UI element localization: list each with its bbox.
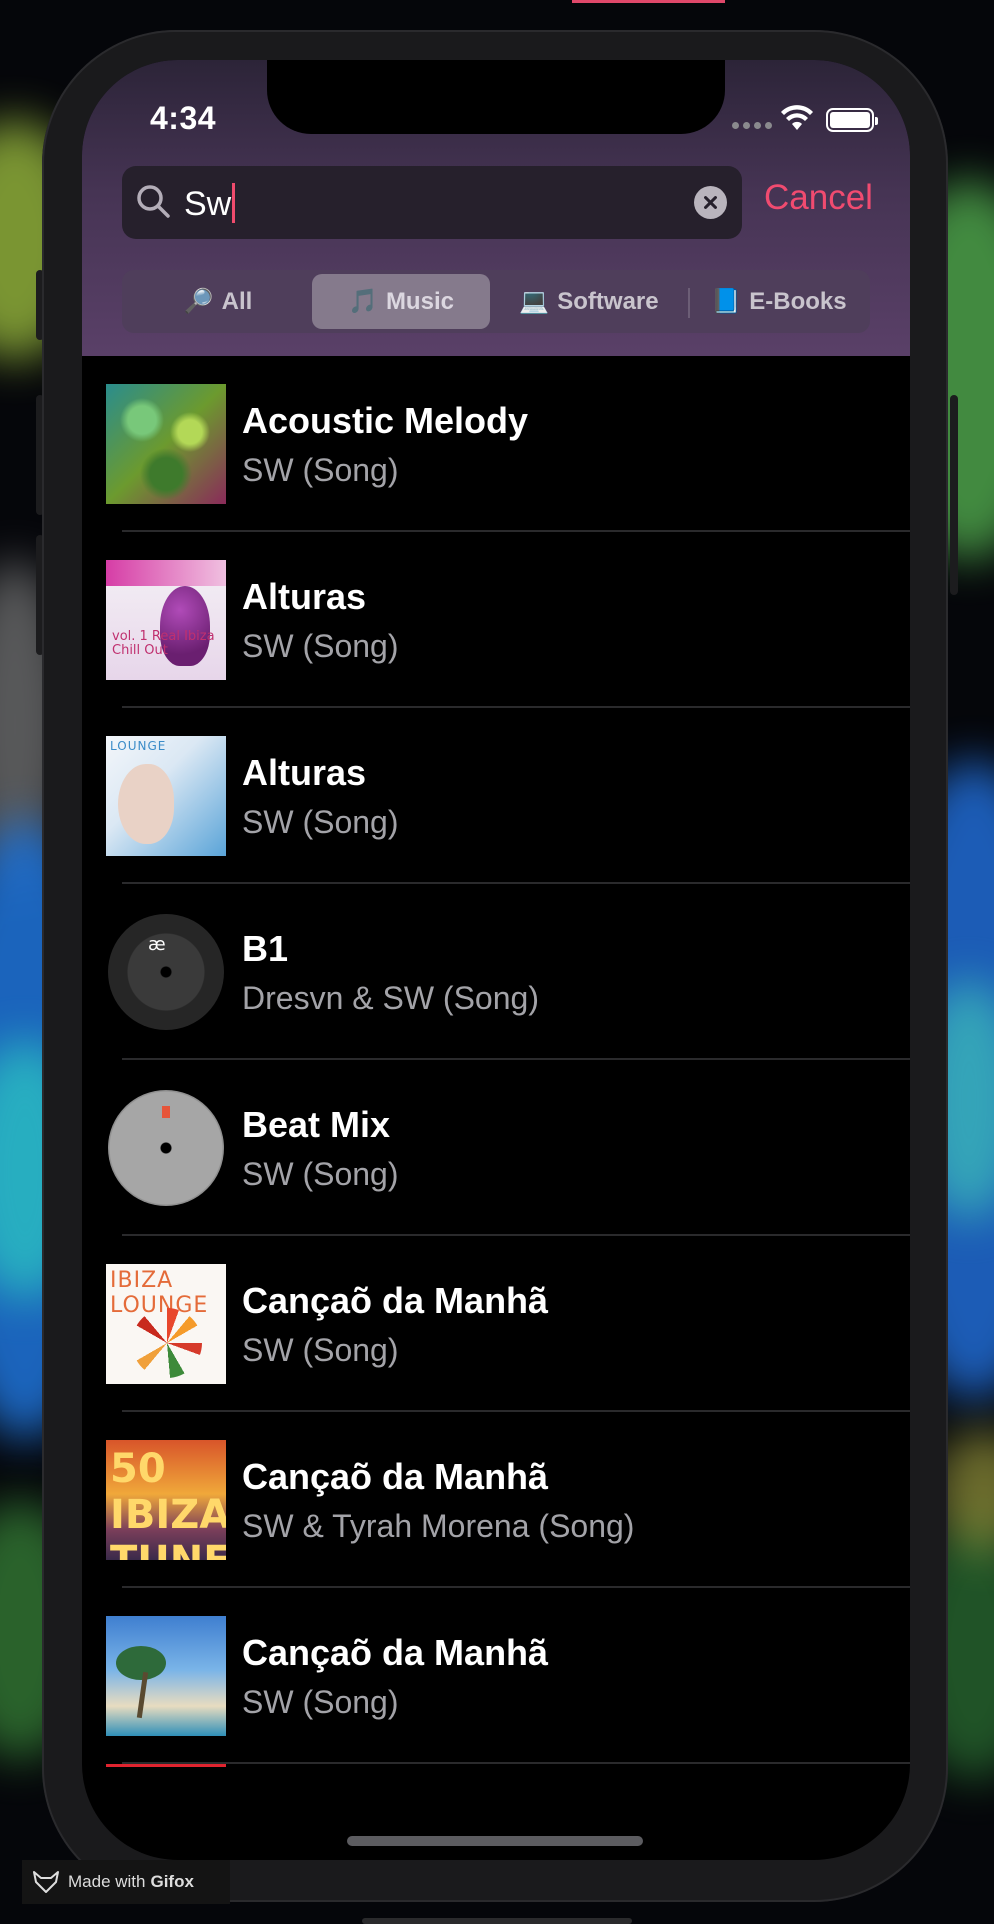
magnifier-icon: 🔎 — [183, 288, 214, 315]
item-title: Alturas — [242, 752, 367, 793]
album-artwork: 50 IBIZA TUNES — [106, 1440, 226, 1560]
list-item[interactable]: Cançaõ da Manhã SW (Song) — [82, 1588, 910, 1764]
segment-ebooks[interactable]: 📘 E-Books — [692, 274, 866, 329]
music-note-icon: 🎵 — [348, 288, 378, 315]
item-subtitle: SW (Song) — [242, 1332, 399, 1368]
album-artwork — [106, 1088, 226, 1208]
search-header: 4:34 Sw Cancel 🔎 All 🎵 Music 💻 Software … — [82, 60, 910, 356]
album-artwork — [106, 1616, 226, 1736]
segment-music[interactable]: 🎵 Music — [312, 274, 490, 329]
segment-label: E-Books — [749, 287, 847, 315]
album-artwork: æ — [106, 912, 226, 1032]
item-subtitle: SW (Song) — [242, 1156, 399, 1192]
item-title: B1 — [242, 928, 289, 969]
segment-label: All — [221, 287, 253, 315]
item-subtitle: SW (Song) — [242, 628, 399, 664]
search-field[interactable]: Sw — [122, 166, 742, 239]
item-subtitle: SW & Tyrah Morena (Song) — [242, 1508, 635, 1544]
list-item[interactable]: Beat Mix SW (Song) — [82, 1060, 910, 1236]
artwork-text: æ — [148, 934, 166, 955]
segment-label: Software — [557, 287, 659, 315]
artwork-text: 50 IBIZA TUNES — [110, 1446, 226, 1560]
search-input[interactable]: Sw — [184, 183, 236, 224]
album-artwork: vol. 1 Real Ibiza Chill Out — [106, 560, 226, 680]
item-subtitle: SW (Song) — [242, 804, 399, 840]
item-title: Beat Mix — [242, 1104, 391, 1145]
bottom-edge-bar — [362, 1918, 632, 1924]
wifi-icon — [781, 105, 813, 130]
list-item[interactable]: IBIZA LOUNGE Cançaõ da Manhã SW (Song) — [82, 1236, 910, 1412]
next-row-artwork-edge — [106, 1764, 226, 1767]
album-artwork: IBIZA LOUNGE — [106, 1264, 226, 1384]
clear-search-icon[interactable] — [694, 186, 727, 219]
album-artwork: LOUNGE — [106, 736, 226, 856]
row-separator — [122, 1762, 910, 1764]
item-title: Cançaõ da Manhã — [242, 1280, 549, 1321]
search-icon — [137, 185, 170, 218]
battery-icon — [826, 108, 878, 132]
phone-screen: 4:34 Sw Cancel 🔎 All 🎵 Music 💻 Software … — [82, 60, 910, 1860]
cellular-signal-icon — [732, 122, 772, 129]
search-query-text: Sw — [184, 185, 232, 223]
segment-divider — [688, 288, 690, 318]
cancel-button[interactable]: Cancel — [764, 178, 873, 218]
item-subtitle: SW (Song) — [242, 1684, 399, 1720]
list-item[interactable]: vol. 1 Real Ibiza Chill Out Alturas SW (… — [82, 532, 910, 708]
list-item[interactable]: Acoustic Melody SW (Song) — [82, 356, 910, 532]
watermark-brand: Gifox — [150, 1872, 194, 1891]
artwork-text: LOUNGE — [110, 739, 167, 753]
status-time: 4:34 — [150, 100, 217, 136]
watermark-prefix: Made with — [68, 1872, 146, 1891]
segment-software[interactable]: 💻 Software — [494, 274, 684, 329]
item-title: Alturas — [242, 576, 367, 617]
item-title: Acoustic Melody — [242, 400, 529, 441]
home-indicator[interactable] — [347, 1836, 643, 1846]
item-title: Cançaõ da Manhã — [242, 1632, 549, 1673]
computer-icon: 💻 — [519, 288, 550, 315]
scope-segmented-control: 🔎 All 🎵 Music 💻 Software 📘 E-Books — [122, 270, 870, 333]
fox-logo-icon — [33, 1871, 59, 1893]
list-item[interactable]: LOUNGE Alturas SW (Song) — [82, 708, 910, 884]
list-item[interactable]: æ B1 Dresvn & SW (Song) — [82, 884, 910, 1060]
list-item[interactable]: 50 IBIZA TUNES Cançaõ da Manhã SW & Tyra… — [82, 1412, 910, 1588]
notch — [267, 60, 725, 134]
item-subtitle: SW (Song) — [242, 452, 399, 488]
item-title: Cançaõ da Manhã — [242, 1456, 549, 1497]
top-accent-bar — [572, 0, 725, 3]
text-caret — [232, 183, 236, 223]
album-artwork — [106, 384, 226, 504]
item-subtitle: Dresvn & SW (Song) — [242, 980, 539, 1016]
artwork-text: vol. 1 Real Ibiza Chill Out — [112, 629, 215, 658]
segment-all[interactable]: 🔎 All — [128, 274, 308, 329]
search-results-list: Acoustic Melody SW (Song) vol. 1 Real Ib… — [82, 356, 910, 1764]
segment-label: Music — [385, 287, 454, 315]
side-button — [950, 395, 958, 595]
book-icon: 📘 — [711, 288, 742, 315]
gifox-watermark: Made with Gifox — [22, 1860, 230, 1904]
